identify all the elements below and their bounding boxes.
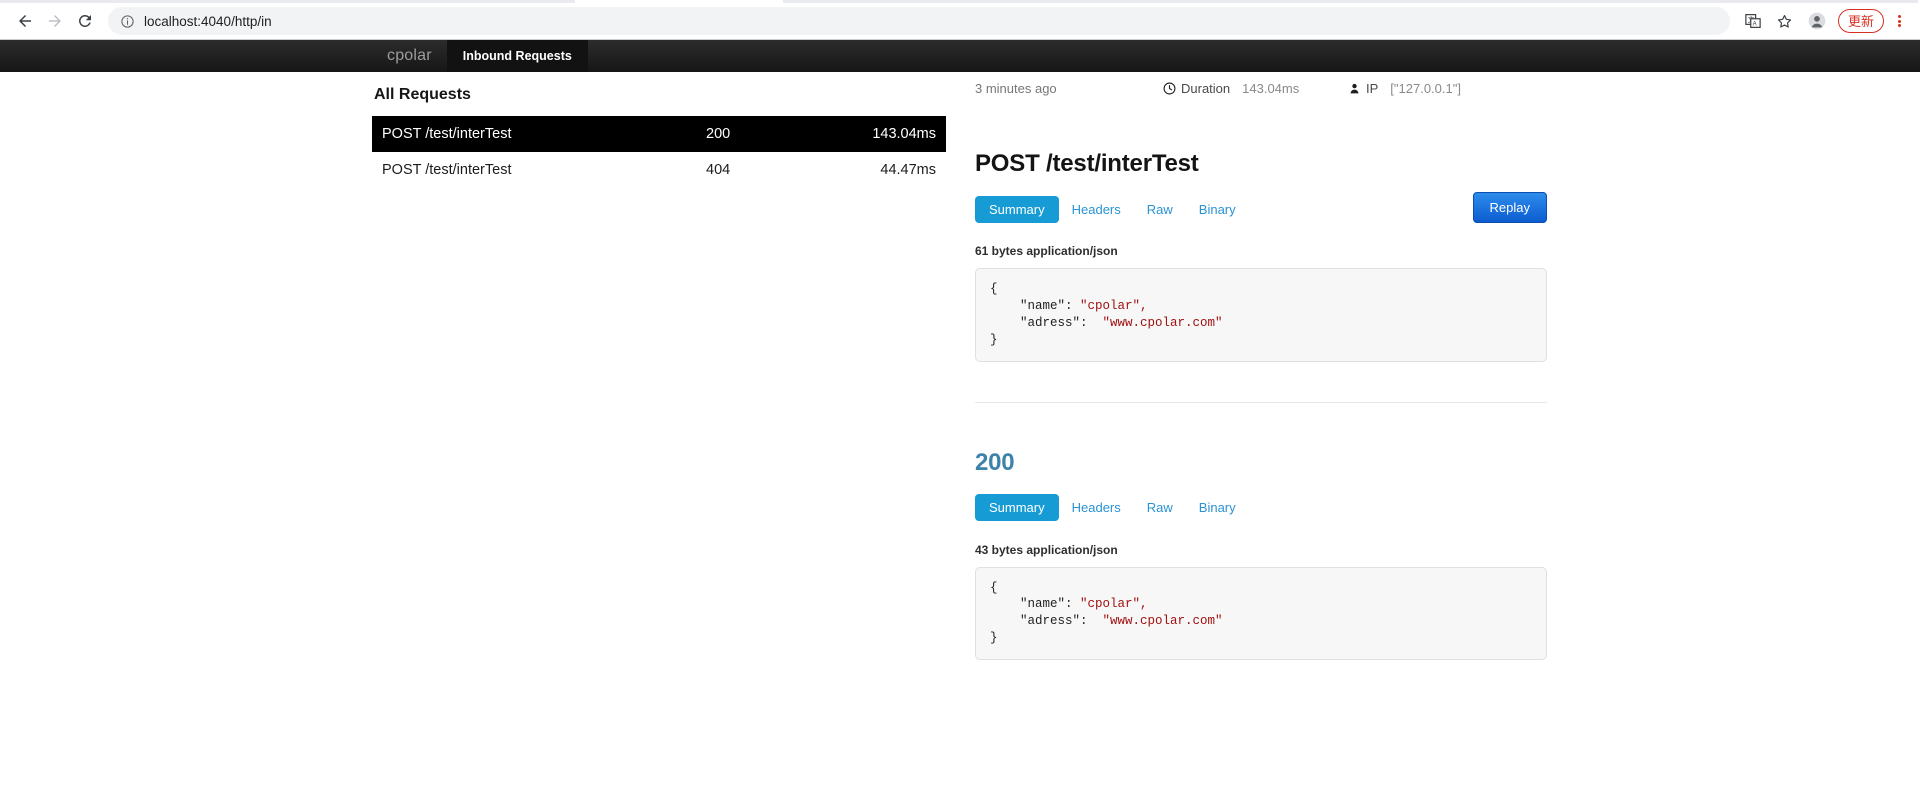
reload-icon[interactable] — [70, 6, 100, 36]
duration-label: Duration — [1181, 80, 1231, 96]
tab-binary-response[interactable]: Binary — [1186, 494, 1249, 521]
request-path: POST /test/interTest — [382, 126, 512, 142]
app-navbar: cpolar Inbound Requests — [0, 40, 1920, 72]
code-key: "adress": — [990, 315, 1088, 330]
code-key: "name": — [990, 298, 1073, 313]
update-button-label: 更新 — [1847, 13, 1874, 29]
back-icon[interactable] — [10, 6, 40, 36]
request-detail-panel: 3 minutes ago Duration 143.04ms IP ["127… — [975, 72, 1547, 660]
response-body-code: { "name": "cpolar", "adress": "www.cpola… — [975, 566, 1547, 660]
ip-label: IP — [1366, 80, 1379, 96]
table-row[interactable]: POST /test/interTest 404 44.47ms — [372, 152, 946, 188]
tab-headers-request[interactable]: Headers — [1059, 196, 1134, 223]
brand-cpolar[interactable]: cpolar — [372, 40, 447, 72]
forward-icon[interactable] — [40, 6, 70, 36]
tab-inbound-requests[interactable]: Inbound Requests — [446, 40, 588, 72]
tab-summary-response[interactable]: Summary — [975, 494, 1059, 521]
page-title: All Requests — [374, 86, 471, 103]
profile-avatar-icon[interactable] — [1802, 6, 1832, 36]
response-status-title: 200 — [975, 448, 1015, 476]
table-row[interactable]: POST /test/interTest 200 143.04ms — [372, 116, 946, 152]
clock-icon — [1163, 82, 1176, 95]
translate-icon[interactable]: 文 A — [1738, 6, 1768, 36]
code-line: { — [990, 580, 998, 595]
section-divider — [975, 401, 1547, 403]
duration-meta: Duration 143.04ms — [1163, 81, 1348, 96]
tab-raw-request[interactable]: Raw — [1134, 196, 1186, 223]
browser-menu-icon[interactable] — [1888, 7, 1910, 35]
requests-panel: All Requests POST /test/interTest 200 14… — [372, 86, 946, 188]
request-title: POST /test/interTest — [975, 150, 1199, 177]
code-line: } — [990, 631, 998, 646]
request-bytes-label: 61 bytes application/json — [975, 244, 1118, 258]
code-value: "www.cpolar.com" — [1087, 315, 1223, 330]
request-status: 404 — [706, 162, 731, 178]
request-path: POST /test/interTest — [382, 162, 512, 178]
request-body-code: { "name": "cpolar", "adress": "www.cpola… — [975, 268, 1547, 362]
tab-binary-request[interactable]: Binary — [1186, 196, 1249, 223]
tab-headers-response[interactable]: Headers — [1059, 494, 1134, 521]
response-bytes-label: 43 bytes application/json — [975, 542, 1118, 557]
user-icon — [1348, 82, 1361, 95]
requests-list: POST /test/interTest 200 143.04ms POST /… — [372, 116, 946, 188]
site-info-icon[interactable] — [120, 14, 135, 29]
svg-text:A: A — [1753, 22, 1757, 28]
request-meta-row: 3 minutes ago Duration 143.04ms IP ["127… — [975, 72, 1547, 104]
response-tabs: Summary Headers Raw Binary — [975, 493, 1547, 523]
request-timestamp: 3 minutes ago — [975, 80, 1057, 96]
toolbar-right-actions: 文 A 更新 — [1738, 6, 1910, 36]
update-button[interactable]: 更新 — [1837, 9, 1884, 33]
tab-summary-request[interactable]: Summary — [975, 195, 1059, 223]
request-status: 200 — [706, 126, 731, 142]
ip-value: ["127.0.0.1"] — [1390, 80, 1461, 96]
code-line: } — [990, 332, 998, 347]
code-key: "adress": — [990, 614, 1088, 629]
ip-meta: IP ["127.0.0.1"] — [1348, 81, 1461, 96]
url-text: localhost:4040/http/in — [144, 13, 272, 29]
request-tabs: Summary Headers Raw Binary Replay — [975, 192, 1547, 224]
duration-value: 143.04ms — [1242, 80, 1300, 96]
tab-raw-response[interactable]: Raw — [1134, 494, 1186, 521]
bookmark-star-icon[interactable] — [1770, 6, 1800, 36]
page-body: All Requests POST /test/interTest 200 14… — [0, 72, 1920, 810]
code-value: "www.cpolar.com" — [1087, 614, 1223, 629]
code-value: "cpolar", — [1072, 597, 1148, 612]
code-value: "cpolar", — [1072, 298, 1148, 313]
code-key: "name": — [990, 597, 1073, 612]
replay-button[interactable]: Replay — [1472, 192, 1547, 223]
code-line: { — [990, 282, 998, 296]
browser-toolbar: localhost:4040/http/in 文 A — [0, 3, 1920, 39]
request-duration: 44.47ms — [880, 162, 936, 178]
address-bar[interactable]: localhost:4040/http/in — [108, 7, 1730, 35]
request-duration: 143.04ms — [872, 126, 936, 142]
browser-chrome: localhost:4040/http/in 文 A — [0, 0, 1920, 40]
